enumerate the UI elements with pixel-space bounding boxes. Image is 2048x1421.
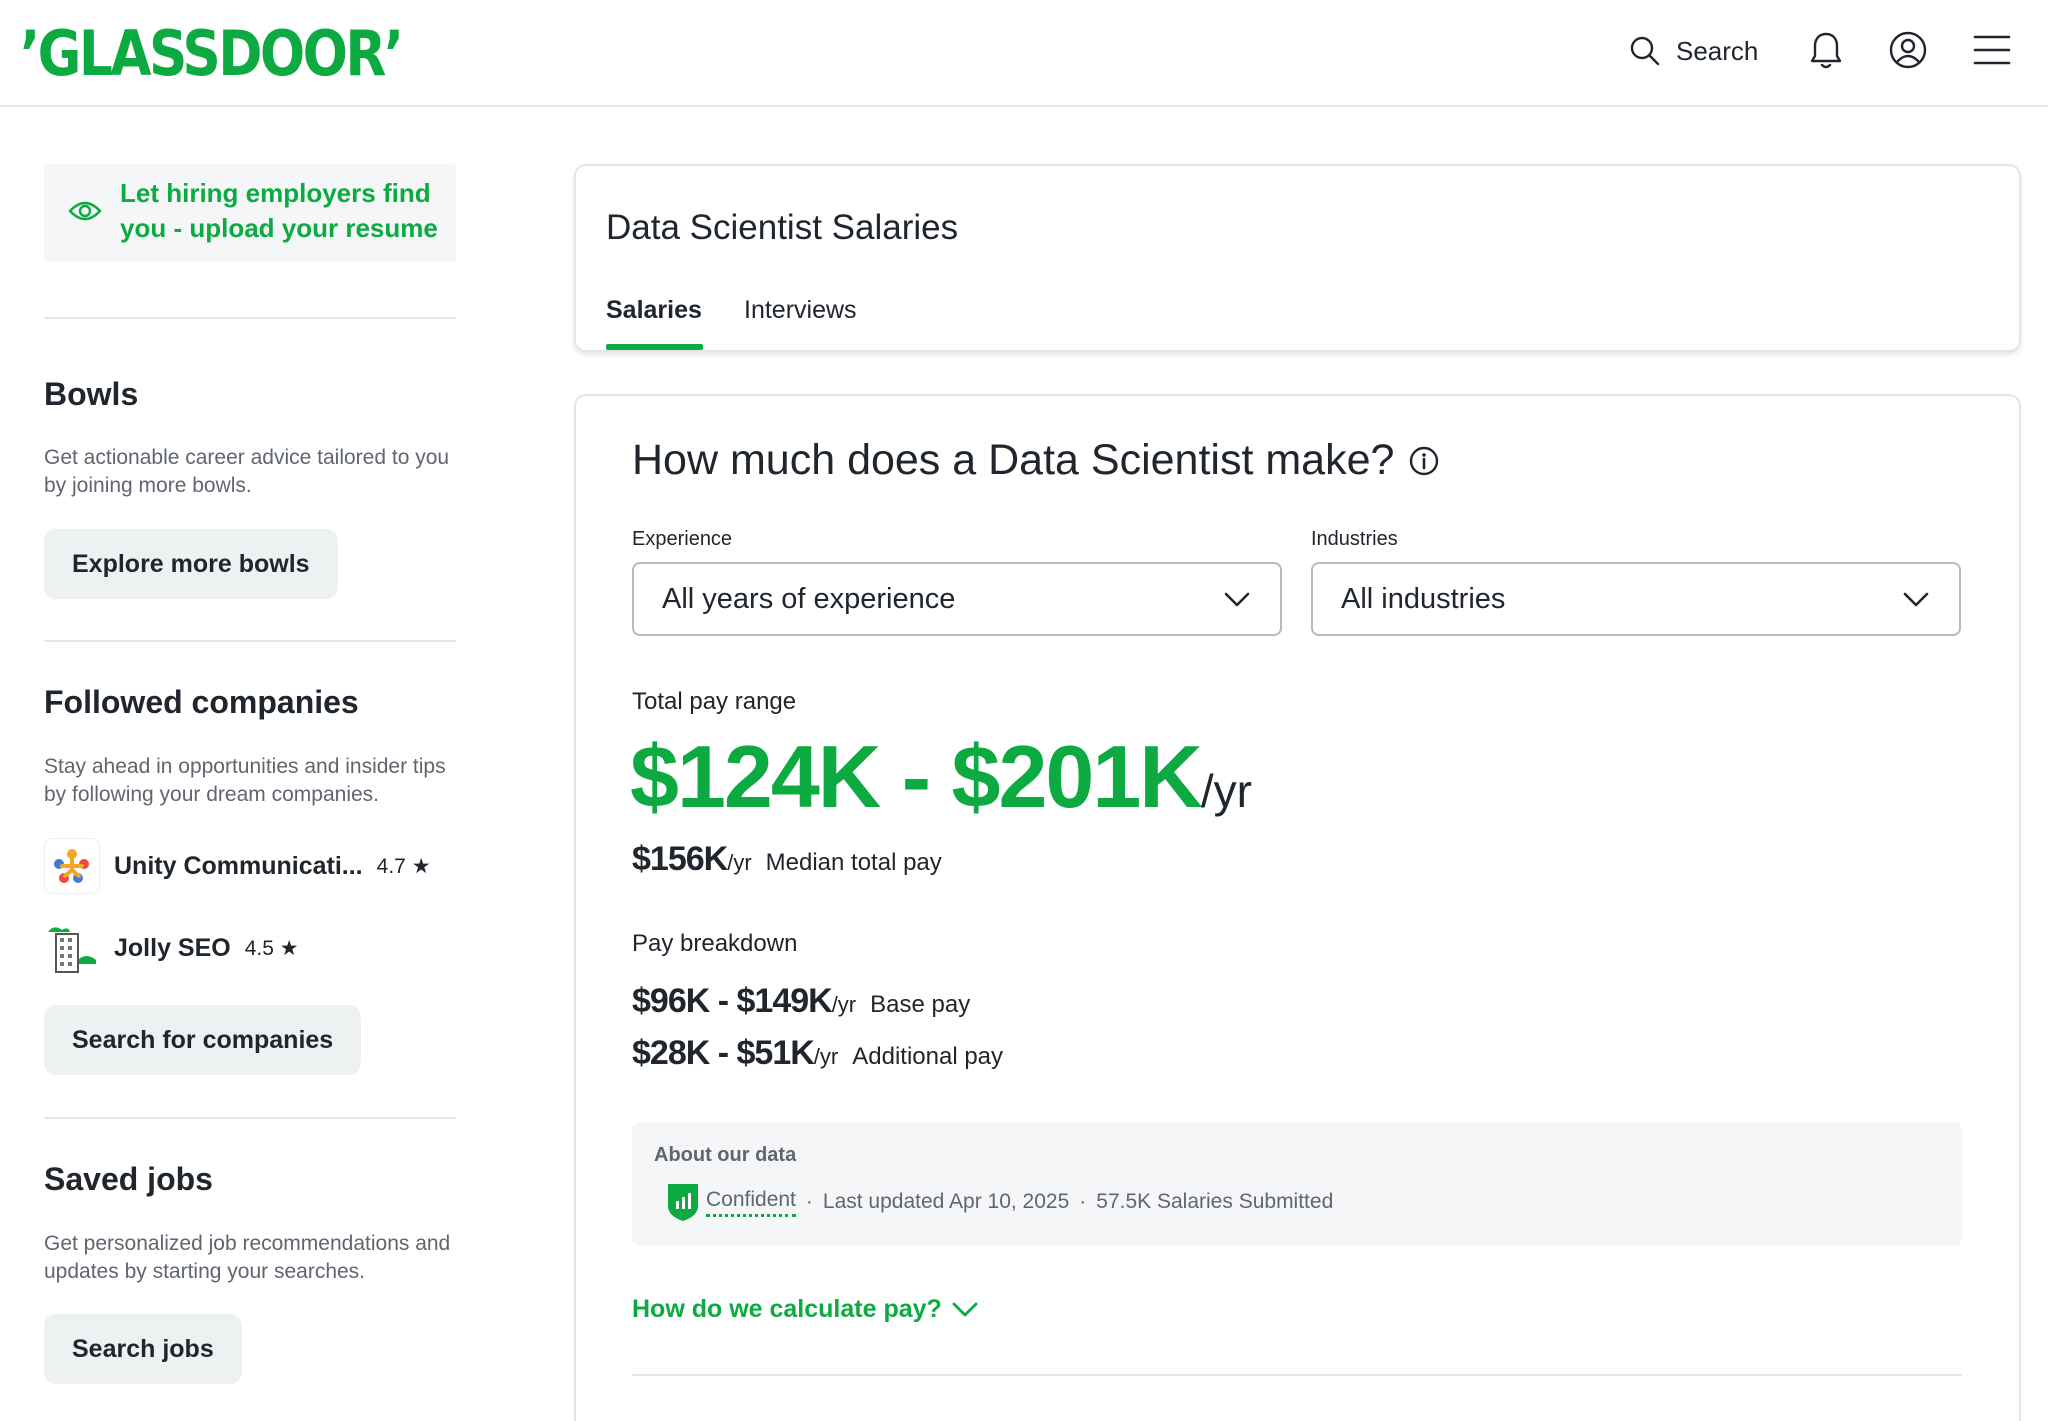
pay-range-unit: /yr (1200, 765, 1252, 817)
additional-pay-label: Additional pay (852, 1043, 1004, 1070)
separator: · (805, 1190, 813, 1213)
about-data-details: Confident · Last updated Apr 10, 2025 · … (666, 1182, 1333, 1222)
saved-jobs-heading: Saved jobs (44, 1161, 213, 1197)
experience-select[interactable]: All years of experience (632, 562, 1282, 636)
profile-button[interactable] (1886, 28, 1930, 72)
about-our-data-box: About our data Confident · Last updated … (632, 1122, 1962, 1246)
bell-icon (1810, 32, 1842, 69)
total-pay-range: $124K - $201K/yr (630, 726, 1252, 828)
bowls-heading: Bowls (44, 376, 139, 412)
active-tab-indicator (606, 344, 703, 350)
menu-icon (1973, 35, 2011, 65)
company-rating: 4.7 ★ (377, 854, 431, 879)
divider (44, 640, 456, 642)
industries-label: Industries (1311, 528, 1398, 550)
confidence-shield-icon (668, 1184, 698, 1221)
additional-pay-unit: /yr (813, 1044, 839, 1069)
company-name: Jolly SEO (114, 933, 231, 962)
followed-companies-description: Stay ahead in opportunities and insider … (44, 755, 446, 806)
notifications-button[interactable] (1804, 28, 1848, 72)
last-updated: Last updated Apr 10, 2025 (822, 1190, 1070, 1213)
divider (44, 1117, 456, 1119)
bowls-description: Get actionable career advice tailored to… (44, 446, 450, 497)
search-companies-button[interactable]: Search for companies (44, 1005, 362, 1075)
separator: · (1079, 1190, 1087, 1213)
nav-search-label: Search (1676, 35, 1759, 66)
search-jobs-button[interactable]: Search jobs (44, 1314, 242, 1384)
search-icon (1630, 36, 1660, 66)
company-item[interactable]: Unity Communicati... 4.7 ★ (44, 838, 431, 894)
company-logo (44, 838, 100, 894)
building-logo-icon (48, 927, 96, 973)
divider (632, 1374, 1962, 1376)
star-icon: ★ (411, 854, 431, 878)
logo-text: GLASSDOOR (37, 17, 387, 90)
chevron-down-icon (952, 1302, 978, 1317)
base-pay-unit: /yr (831, 992, 857, 1017)
pay-breakdown-label: Pay breakdown (632, 930, 798, 957)
page-title: Data Scientist Salaries (606, 208, 959, 247)
chevron-down-icon (1224, 592, 1250, 607)
company-item[interactable]: Jolly SEO 4.5 ★ (44, 920, 299, 976)
salary-title-card: Data Scientist Salaries Salaries Intervi… (574, 164, 2021, 352)
total-pay-range-label: Total pay range (632, 688, 797, 715)
saved-jobs-description: Get personalized job recommendations and… (44, 1232, 451, 1283)
salaries-submitted: 57.5K Salaries Submitted (1096, 1190, 1334, 1213)
base-pay-value: $96K - $149K (632, 982, 833, 1020)
tab-salaries[interactable]: Salaries (606, 296, 702, 325)
followed-companies-heading: Followed companies (44, 684, 359, 720)
rating-value: 4.5 (244, 936, 274, 960)
median-label: Median total pay (765, 849, 942, 876)
company-logo (44, 920, 100, 976)
eye-icon (68, 201, 102, 221)
experience-value: All years of experience (662, 582, 956, 615)
top-navbar: ’GLASSDOOR’ Search (0, 0, 2048, 107)
glassdoor-logo[interactable]: ’GLASSDOOR’ (20, 16, 404, 92)
calc-link-text: How do we calculate pay? (632, 1294, 942, 1323)
pay-range-value: $124K - $201K (630, 727, 1203, 826)
star-icon: ★ (279, 936, 299, 960)
unity-logo-icon (54, 849, 89, 883)
rating-value: 4.7 (376, 854, 406, 878)
median-unit: /yr (727, 850, 752, 875)
industries-select[interactable]: All industries (1311, 562, 1961, 636)
salary-question-heading: How much does a Data Scientist make? (632, 436, 1440, 485)
divider (44, 317, 456, 319)
menu-button[interactable] (1970, 28, 2014, 72)
how-we-calculate-pay-link[interactable]: How do we calculate pay? (632, 1294, 980, 1324)
chevron-down-icon (1903, 592, 1929, 607)
base-pay-row: $96K - $149K /yr Base pay (632, 982, 970, 1021)
user-icon (1889, 31, 1927, 69)
nav-search-button[interactable]: Search (1628, 26, 1758, 76)
tab-interviews[interactable]: Interviews (744, 296, 857, 325)
upload-resume-link[interactable]: Let hiring employers find you - upload y… (120, 176, 450, 246)
additional-pay-value: $28K - $51K (632, 1034, 815, 1072)
base-pay-label: Base pay (870, 991, 971, 1018)
company-name: Unity Communicati... (114, 851, 363, 880)
experience-label: Experience (632, 528, 733, 550)
additional-pay-row: $28K - $51K /yr Additional pay (632, 1034, 1003, 1073)
info-icon[interactable] (1408, 445, 1440, 477)
question-text: How much does a Data Scientist make? (632, 436, 1395, 484)
median-value: $156K (632, 840, 728, 878)
salary-details-card: How much does a Data Scientist make? Exp… (574, 394, 2021, 1421)
confidence-level-link[interactable]: Confident (706, 1188, 796, 1217)
about-data-title: About our data (654, 1144, 797, 1166)
explore-bowls-button[interactable]: Explore more bowls (44, 529, 338, 599)
median-pay: $156K /yr Median total pay (632, 840, 942, 879)
industries-value: All industries (1341, 582, 1506, 615)
company-rating: 4.5 ★ (245, 936, 299, 961)
upload-resume-card[interactable]: Let hiring employers find you - upload y… (44, 164, 456, 262)
